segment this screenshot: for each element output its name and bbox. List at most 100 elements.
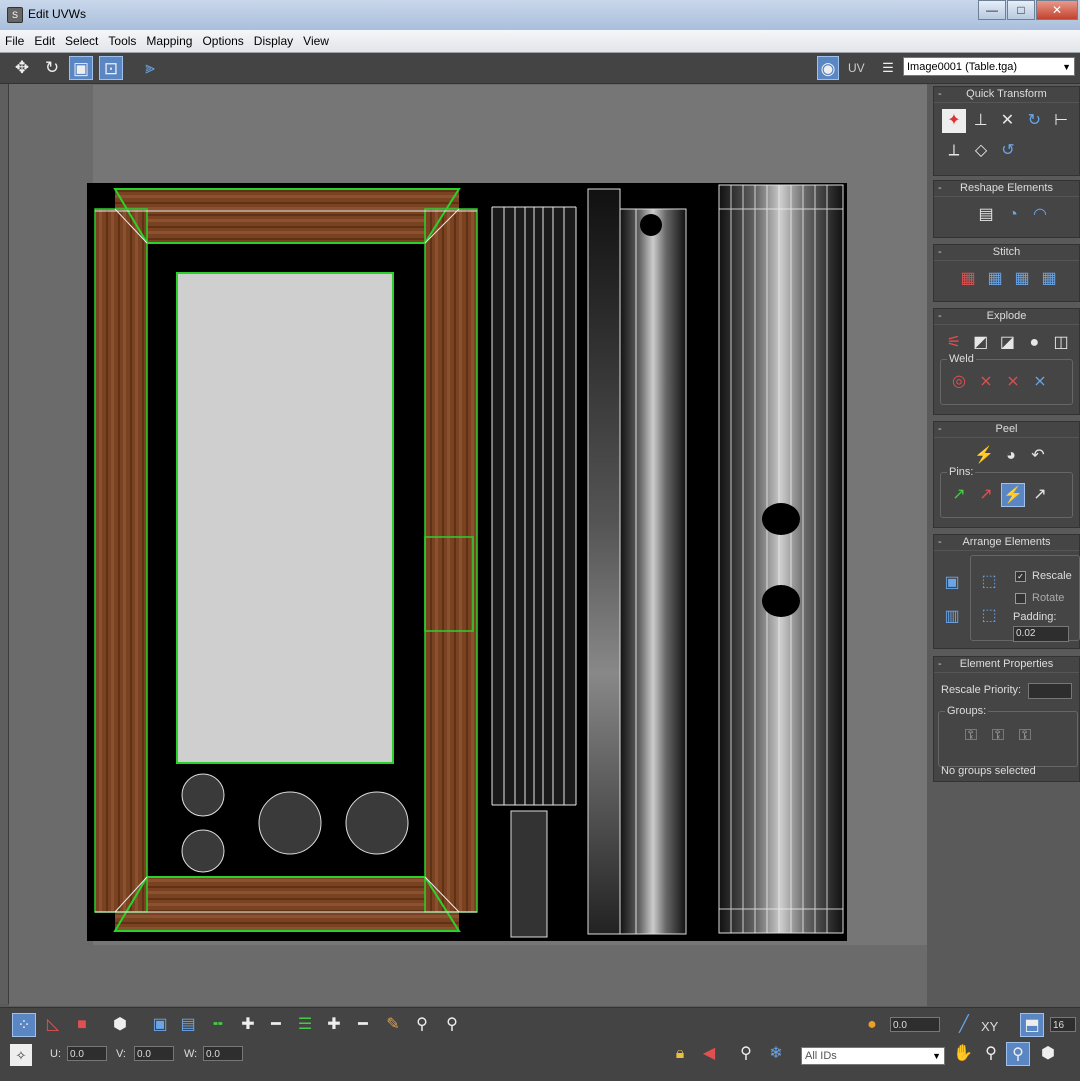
grow-ring-icon[interactable]: ✚: [322, 1013, 346, 1037]
ring-select-icon[interactable]: ☰: [293, 1013, 317, 1037]
collapse-toggle[interactable]: -: [938, 181, 942, 196]
paint-select-icon[interactable]: ✎: [381, 1013, 405, 1037]
u-field[interactable]: 0.0: [67, 1046, 107, 1061]
group-add-icon[interactable]: ⚿: [986, 724, 1010, 748]
shrink-select-icon[interactable]: ▤: [176, 1013, 200, 1037]
detach-icon[interactable]: ◩: [969, 331, 993, 355]
close-button[interactable]: ✕: [1036, 0, 1078, 20]
peel-mode-icon[interactable]: ◕: [999, 444, 1023, 468]
rotate-icon[interactable]: ↻: [40, 56, 64, 80]
align-diagonal-icon[interactable]: ✕: [996, 109, 1020, 133]
grid-spinner[interactable]: 16: [1050, 1017, 1076, 1032]
scale-icon[interactable]: ▣: [69, 56, 93, 80]
quick-peel-icon[interactable]: ⚡: [972, 444, 996, 468]
pin-icon[interactable]: ↗: [947, 483, 971, 507]
break-icon[interactable]: ⚟: [942, 331, 966, 355]
align-vertical-icon[interactable]: ⊥: [969, 109, 993, 133]
list-icon[interactable]: ☰: [876, 56, 900, 80]
rotate-ccw-icon[interactable]: ↺: [996, 139, 1020, 163]
stitch-average-icon[interactable]: ▦: [983, 267, 1007, 291]
align-origin-icon[interactable]: ✦: [942, 109, 966, 133]
relax-icon[interactable]: ◔: [1001, 203, 1025, 227]
arc-icon[interactable]: ◠: [1028, 203, 1052, 227]
rescale-priority-spinner[interactable]: [1028, 683, 1072, 699]
reset-peel-icon[interactable]: ↶: [1026, 444, 1050, 468]
zoom-icon[interactable]: ⚲: [979, 1042, 1003, 1066]
maximize-button[interactable]: □: [1007, 0, 1035, 20]
edge-select-icon[interactable]: ◺: [41, 1013, 65, 1037]
unpin-icon[interactable]: ↗: [974, 483, 998, 507]
soft-select-spinner[interactable]: 0.0: [890, 1017, 940, 1032]
menu-edit[interactable]: Edit: [29, 30, 60, 52]
falloff-icon[interactable]: ╱: [952, 1013, 976, 1037]
weld-edges-icon[interactable]: ⨯: [1001, 370, 1025, 394]
weld-all-icon[interactable]: ⨯: [1028, 370, 1052, 394]
menu-select[interactable]: Select: [60, 30, 103, 52]
uv-leg-element-2[interactable]: [587, 188, 687, 935]
w-field[interactable]: 0.0: [203, 1046, 243, 1061]
hide-icon[interactable]: ◀: [697, 1042, 721, 1066]
grow-select-icon[interactable]: ▣: [148, 1013, 172, 1037]
explode-sphere-icon[interactable]: ●: [1022, 331, 1046, 355]
rotate-checkbox[interactable]: Rotate: [1015, 592, 1064, 604]
menu-view[interactable]: View: [298, 30, 334, 52]
flatten-icon[interactable]: ◪: [996, 331, 1020, 355]
uv-leg-element-3[interactable]: [718, 184, 844, 934]
straighten-edges-icon[interactable]: ▤: [974, 203, 998, 227]
paint-grow-icon[interactable]: ⚲: [410, 1013, 434, 1037]
pack-together-icon[interactable]: ▥: [940, 605, 964, 629]
uv-panel-element[interactable]: [176, 272, 394, 764]
collapse-toggle[interactable]: -: [938, 245, 942, 260]
menu-tools[interactable]: Tools: [103, 30, 141, 52]
menu-display[interactable]: Display: [249, 30, 298, 52]
weld-target-icon[interactable]: ◎: [947, 370, 971, 394]
explode-more-icon[interactable]: ◫: [1049, 331, 1073, 355]
paint-shrink-icon[interactable]: ⚲: [440, 1013, 464, 1037]
stitch-custom-icon[interactable]: ▦: [1037, 267, 1061, 291]
auto-pin-icon[interactable]: ⚡: [1001, 483, 1025, 507]
stitch-target-icon[interactable]: ▦: [956, 267, 980, 291]
snap-icon[interactable]: ⬒: [1020, 1013, 1044, 1037]
element-select-icon[interactable]: ⬢: [108, 1013, 132, 1037]
padding-spinner[interactable]: 0.02: [1013, 626, 1069, 642]
show-icon[interactable]: ⚲: [734, 1042, 758, 1066]
rescale-checkbox[interactable]: ✓ Rescale: [1015, 570, 1072, 582]
uv-texture-map[interactable]: [87, 183, 847, 941]
collapse-toggle[interactable]: -: [938, 309, 942, 324]
zoom-extents-icon[interactable]: ⬢: [1036, 1042, 1060, 1066]
straighten-selection-icon[interactable]: ◇: [969, 139, 993, 163]
rotate-cw-icon[interactable]: ↻: [1022, 109, 1046, 133]
collapse-toggle[interactable]: -: [938, 657, 942, 672]
move-icon[interactable]: ✥: [10, 56, 34, 80]
soft-select-icon[interactable]: ●: [860, 1013, 884, 1037]
collapse-toggle[interactable]: -: [938, 87, 942, 102]
freeze-icon[interactable]: ❄: [764, 1042, 788, 1066]
mirror-icon[interactable]: ⫸: [138, 56, 162, 80]
xy-label[interactable]: XY: [981, 1019, 998, 1034]
pack-normalize-icon[interactable]: ▣: [940, 571, 964, 595]
shrink-ring-icon[interactable]: ━: [351, 1013, 375, 1037]
group-remove-icon[interactable]: ⚿: [1013, 724, 1037, 748]
texture-icon[interactable]: ◉: [817, 56, 839, 80]
stitch-source-icon[interactable]: ▦: [1010, 267, 1034, 291]
v-field[interactable]: 0.0: [134, 1046, 174, 1061]
menu-file[interactable]: File: [0, 30, 29, 52]
face-select-icon[interactable]: ■: [70, 1013, 94, 1037]
absolute-mode-icon[interactable]: ✧: [10, 1044, 32, 1066]
grow-loop-icon[interactable]: ✚: [236, 1013, 260, 1037]
collapse-toggle[interactable]: -: [938, 535, 942, 550]
map-select[interactable]: Image0001 (Table.tga) ▼: [903, 57, 1075, 76]
pack-padding-icon[interactable]: ⬚: [977, 604, 1001, 628]
menu-options[interactable]: Options: [197, 30, 248, 52]
align-horizontal-icon[interactable]: ⊢: [1049, 109, 1073, 133]
straighten-icon[interactable]: ⟂: [942, 139, 966, 163]
loop-select-icon[interactable]: ╍: [206, 1013, 230, 1037]
lock-icon[interactable]: 🔒︎: [668, 1042, 692, 1066]
collapse-toggle[interactable]: -: [938, 422, 942, 437]
id-filter-select[interactable]: All IDs ▼: [801, 1047, 945, 1065]
select-pins-icon[interactable]: ↗: [1028, 483, 1052, 507]
group-select-icon[interactable]: ⚿: [959, 724, 983, 748]
pack-custom-icon[interactable]: ⬚: [977, 570, 1001, 594]
weld-selected-icon[interactable]: ⨯: [974, 370, 998, 394]
shrink-loop-icon[interactable]: ━: [264, 1013, 288, 1037]
